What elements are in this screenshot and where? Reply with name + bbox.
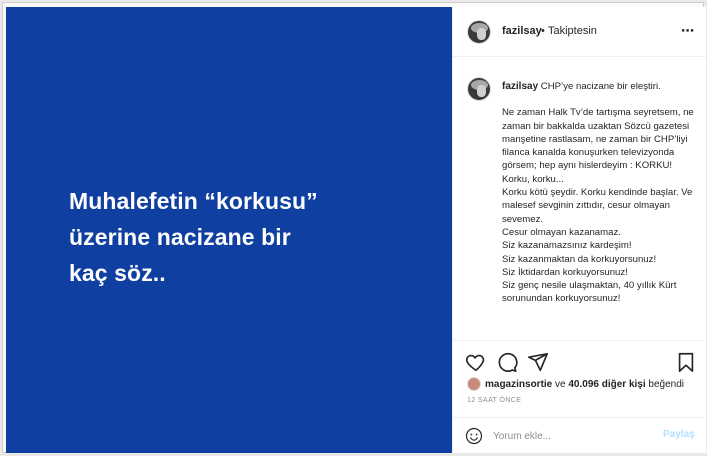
likes-suffix: beğendi (645, 378, 685, 390)
bookmark-icon[interactable] (675, 351, 697, 373)
header-separator: • (541, 25, 545, 37)
heart-icon[interactable] (465, 351, 487, 373)
comment-icon[interactable] (496, 351, 518, 373)
post-timestamp[interactable]: 12 SAAT ÖNCE (467, 397, 521, 404)
post-comment-button[interactable]: Paylaş (663, 429, 695, 440)
liker-username[interactable]: magazinsortie (485, 379, 552, 390)
post-image[interactable]: Muhalefetin “korkusu” üzerine nacizane b… (6, 7, 452, 453)
post-actions: magazinsortie ve 40.096 diğer kişi beğen… (453, 340, 707, 420)
likes-summary: magazinsortie ve 40.096 diğer kişi beğen… (467, 377, 684, 391)
comment-box: Paylaş (453, 417, 707, 453)
author-avatar[interactable] (467, 20, 491, 44)
emoji-icon[interactable] (465, 427, 483, 445)
post-side-panel: fazilsay • Takiptesin ⋯ fazilsay CHP’ye … (452, 7, 707, 453)
likes-connector: ve (552, 378, 569, 390)
post-header: fazilsay • Takiptesin ⋯ (453, 7, 707, 57)
caption-username[interactable]: fazilsay (502, 81, 538, 92)
caption: fazilsay CHP’ye nacizane bir eleştiri. N… (502, 80, 702, 306)
follow-status[interactable]: Takiptesin (548, 25, 597, 37)
comment-input[interactable] (493, 427, 653, 445)
likes-count[interactable]: 40.096 diğer kişi (568, 379, 645, 390)
more-options-icon[interactable]: ⋯ (681, 23, 694, 39)
post-window: Muhalefetin “korkusu” üzerine nacizane b… (2, 2, 707, 453)
post-headline: Muhalefetin “korkusu” üzerine nacizane b… (69, 188, 318, 286)
share-icon[interactable] (527, 351, 549, 373)
caption-area: fazilsay CHP’ye nacizane bir eleştiri. N… (453, 57, 707, 340)
caption-avatar[interactable] (467, 77, 491, 101)
caption-body: Ne zaman Halk Tv’de tartışma seyretsem, … (502, 107, 694, 305)
caption-title: CHP’ye nacizane bir eleştiri. (538, 81, 661, 92)
author-username[interactable]: fazilsay (502, 25, 542, 37)
liker-avatar[interactable] (467, 377, 481, 391)
